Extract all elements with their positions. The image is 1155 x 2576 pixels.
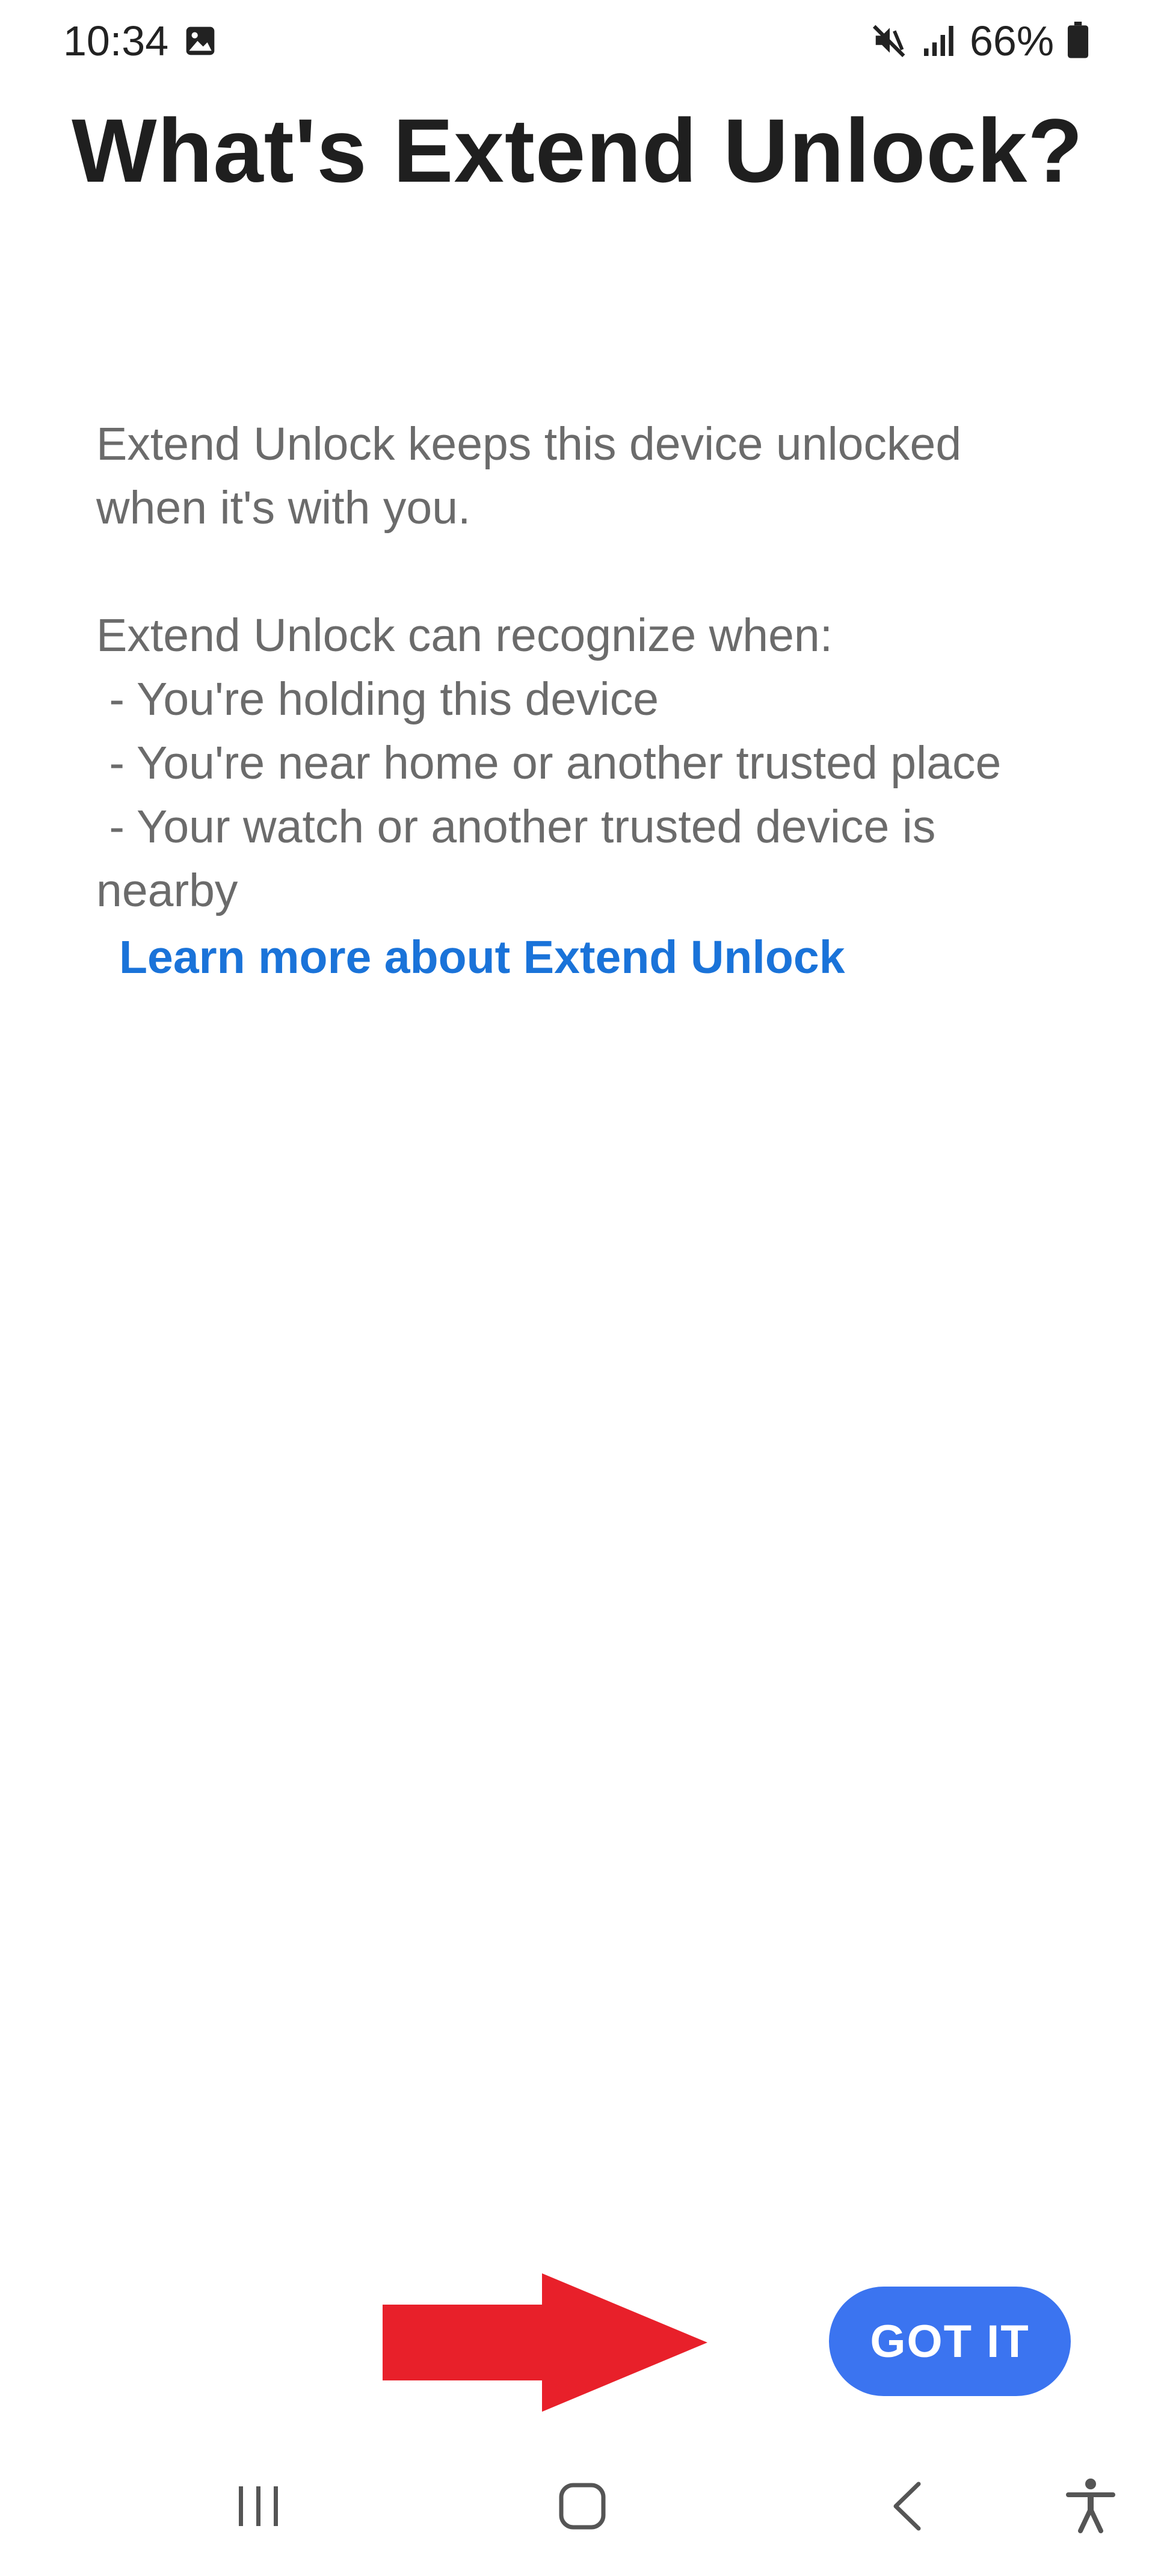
battery-icon — [1067, 22, 1089, 58]
image-notification-icon — [186, 26, 215, 55]
mute-icon — [872, 25, 905, 58]
body-line: when it's with you. — [96, 482, 471, 534]
learn-more-link[interactable]: Learn more about Extend Unlock — [119, 925, 845, 989]
status-time: 10:34 — [63, 17, 169, 64]
bullet-trusted-device-cont: nearby — [96, 865, 238, 916]
bullet-holding: - You're holding this device — [96, 673, 659, 725]
signal-icon — [924, 26, 953, 56]
screen: 10:34 66% What's Extend Unlock? Extend U… — [0, 0, 1155, 2576]
body-line: Extend Unlock keeps this device unlocked — [96, 418, 962, 470]
recent-apps-icon[interactable] — [226, 2473, 292, 2539]
bullet-trusted-device: - Your watch or another trusted device i… — [96, 801, 936, 853]
got-it-button[interactable]: GOT IT — [829, 2287, 1071, 2396]
battery-percent: 66% — [970, 17, 1055, 64]
body-line: Extend Unlock can recognize when: — [96, 610, 833, 661]
home-icon[interactable] — [549, 2473, 615, 2539]
bullet-trusted-place: - You're near home or another trusted pl… — [96, 737, 1002, 789]
back-icon[interactable] — [875, 2473, 941, 2539]
page-title: What's Extend Unlock? — [72, 100, 1083, 201]
accessibility-icon[interactable] — [1058, 2473, 1124, 2539]
red-arrow-icon — [383, 2273, 707, 2412]
